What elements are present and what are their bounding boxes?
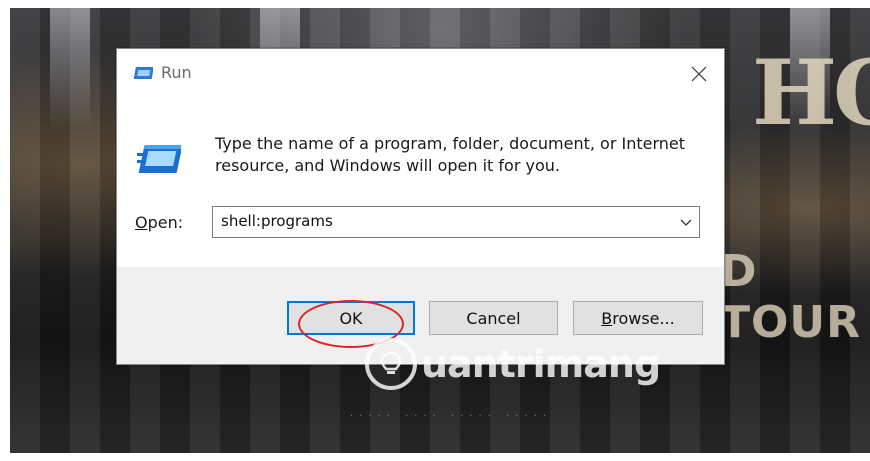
dialog-description: Type the name of a program, folder, docu… xyxy=(215,134,686,175)
run-dialog: Run Type the name of a program, folder, … xyxy=(116,48,725,365)
open-input[interactable]: shell:programs xyxy=(221,212,333,230)
open-combobox[interactable]: shell:programs xyxy=(212,206,700,238)
close-button[interactable] xyxy=(682,59,716,89)
browse-label: rowse... xyxy=(612,308,675,328)
poster-letters: HO xyxy=(752,40,870,146)
browse-mnemonic: B xyxy=(601,308,613,328)
dialog-title: Run xyxy=(161,63,192,82)
title-bar[interactable]: Run xyxy=(117,49,724,99)
lightbulb-icon xyxy=(380,351,402,374)
close-icon xyxy=(691,66,707,82)
ok-button[interactable]: OK xyxy=(287,301,415,335)
open-label-mnemonic: O xyxy=(135,213,148,232)
chevron-down-icon[interactable] xyxy=(679,215,693,229)
stage-light xyxy=(50,8,90,128)
watermark-logo xyxy=(365,338,417,390)
open-label-text: pen: xyxy=(147,213,184,232)
run-large-icon xyxy=(137,145,181,173)
cancel-button[interactable]: Cancel xyxy=(429,301,558,335)
watermark: uantrimang xyxy=(365,338,661,390)
open-label: Open: xyxy=(135,213,183,232)
watermark-text: uantrimang xyxy=(421,342,661,386)
poster-subtext: D TOUR xyxy=(720,246,862,348)
floor-lights: ····· ···· ····· ····· xyxy=(350,411,552,422)
run-icon xyxy=(133,67,153,79)
browse-button[interactable]: Browse... xyxy=(573,301,703,335)
